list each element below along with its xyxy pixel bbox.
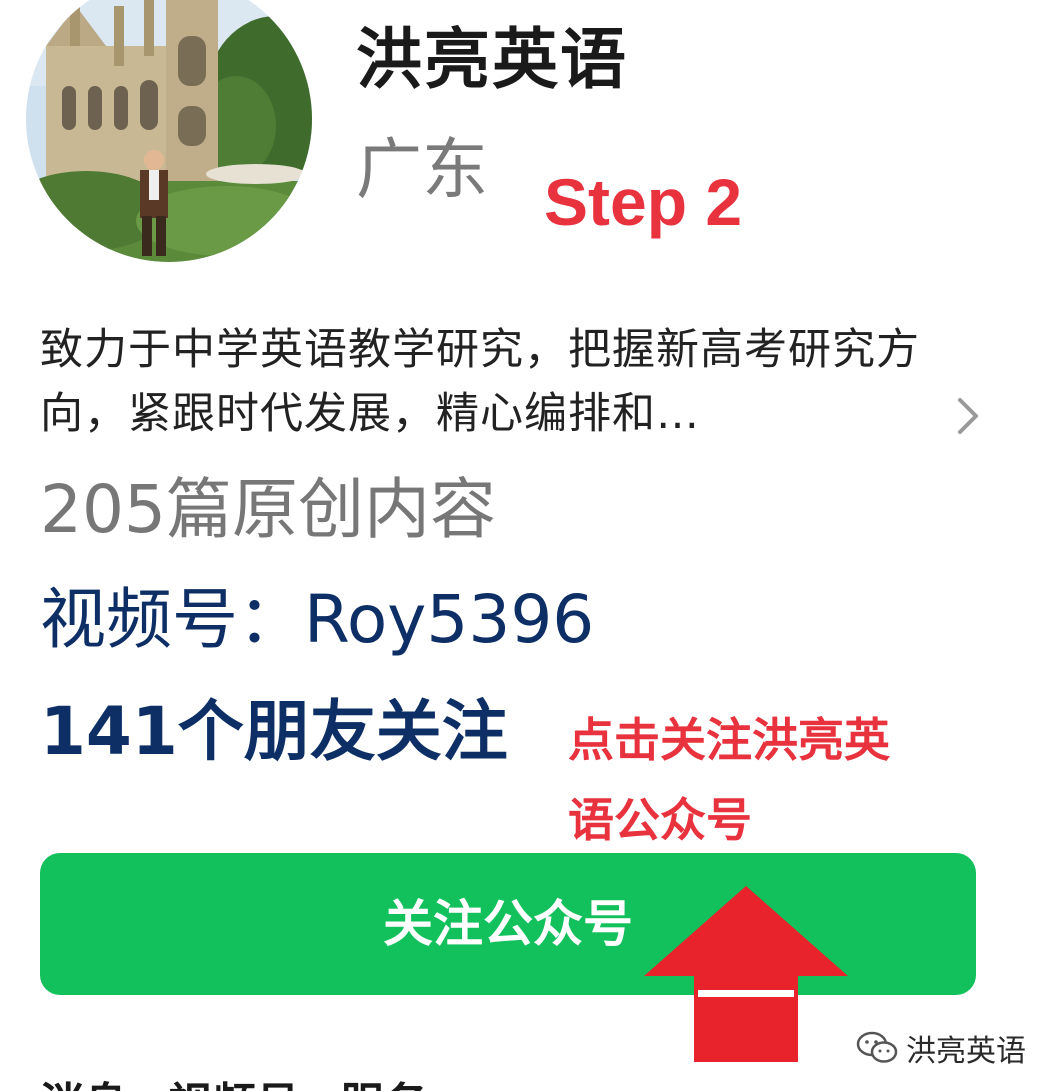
account-description[interactable]: 致力于中学英语教学研究，把握新高考研究方向，紧跟时代发展，精心编排和… (40, 318, 956, 446)
original-articles-count[interactable]: 205篇原创内容 (40, 473, 496, 547)
official-account-profile: 洪亮英语 广东 Step 2 致力于中学英语教学研究，把握新高考研究方向，紧跟时… (0, 0, 1038, 1091)
avatar[interactable] (26, 0, 312, 262)
account-region: 广东 (356, 131, 488, 208)
tab-messages[interactable]: 消息 (40, 1068, 128, 1091)
tap-hint-annotation: 点击关注洪亮英语公众号 (568, 713, 890, 847)
watermark: 洪亮英语 (856, 1026, 1026, 1070)
red-arrow-icon (644, 886, 848, 1062)
watermark-text: 洪亮英语 (906, 1034, 1026, 1069)
step-annotation: Step 2 (544, 165, 743, 239)
account-name: 洪亮英语 (356, 21, 628, 98)
channels-id[interactable]: 视频号：Roy5396 (40, 583, 594, 657)
tab-channels[interactable]: 视频号 (168, 1068, 300, 1091)
wechat-icon (856, 1031, 898, 1063)
friends-following[interactable]: 141个朋友关注 (40, 695, 508, 769)
profile-photo-icon (26, 0, 312, 262)
profile-tabs: 消息 视频号 服务 (40, 1068, 428, 1091)
tab-services[interactable]: 服务 (340, 1068, 428, 1091)
chevron-right-icon[interactable] (948, 394, 988, 438)
